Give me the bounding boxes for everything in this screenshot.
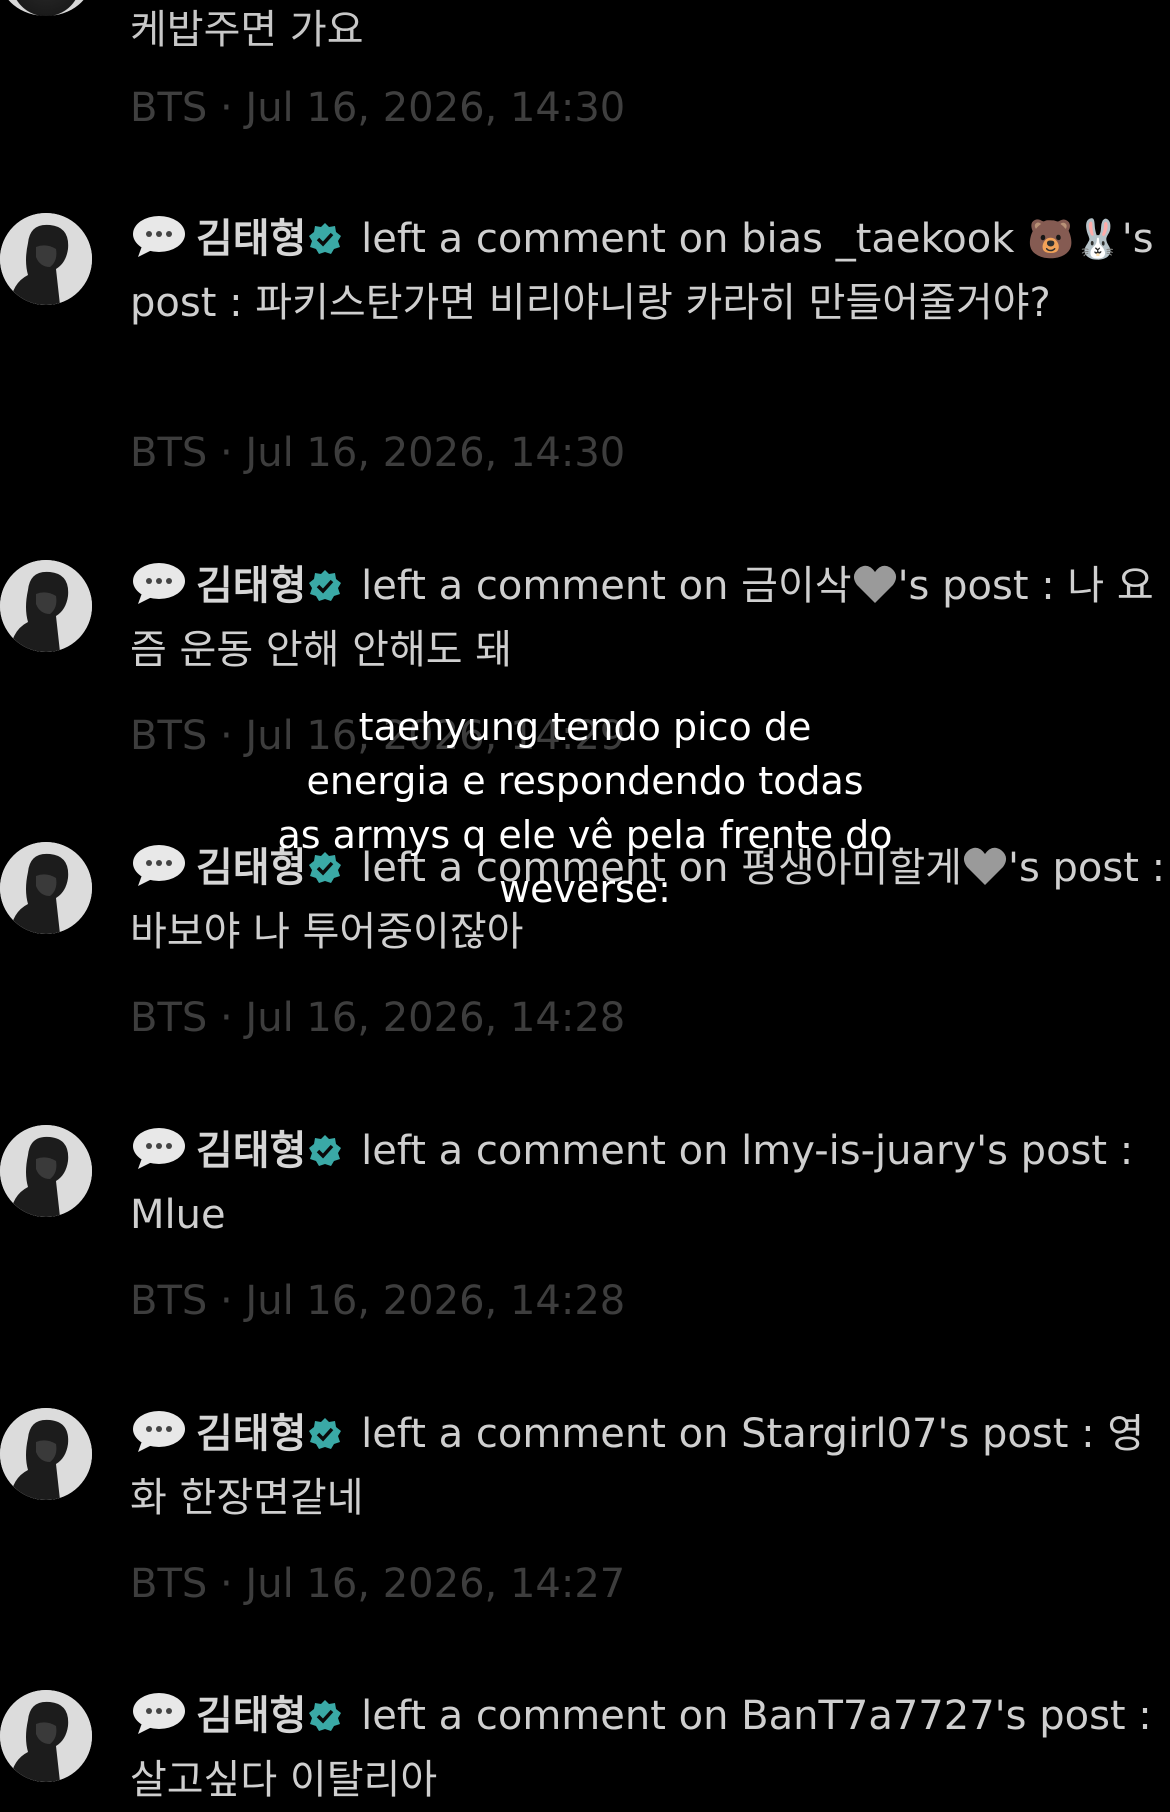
action-text: left a comment on — [361, 1128, 729, 1174]
post-owner[interactable]: BanT7a7727 — [741, 1693, 995, 1739]
action-text: left a comment on — [361, 1411, 729, 1457]
notification-body: 김태형 left a comment on lmy-is-juary's pos… — [130, 1119, 1170, 1247]
speech-bubble-icon — [133, 216, 185, 257]
timestamp: Jul 16, 2026, 14:27 — [245, 1561, 626, 1607]
comment-text: Mlue — [130, 1192, 226, 1238]
speech-bubble-icon — [133, 845, 185, 886]
avatar[interactable] — [0, 1690, 92, 1782]
separator: · — [219, 1561, 233, 1607]
action-text: left a comment on — [361, 563, 729, 609]
post-label: 's post : — [897, 563, 1055, 609]
notification-body: 김태형 left a comment on Stargirl07's post … — [130, 1402, 1170, 1530]
verified-badge-icon — [309, 570, 342, 601]
grey-heart-icon — [853, 565, 896, 603]
community-name: BTS — [130, 430, 208, 476]
avatar[interactable] — [0, 842, 92, 934]
community-name: BTS — [130, 1561, 208, 1607]
meta-line: BTS · Jul 16, 2026, 14:28 — [130, 992, 625, 1044]
timestamp: Jul 16, 2026, 14:28 — [245, 995, 626, 1041]
post-owner[interactable]: Stargirl07 — [741, 1411, 937, 1457]
user-name[interactable]: 김태형 — [196, 1411, 306, 1457]
verified-badge-icon — [309, 1418, 342, 1449]
avatar[interactable] — [0, 1125, 92, 1217]
video-caption: taehyung tendo pico de energia e respond… — [220, 700, 950, 916]
caption-line: weverse: — [499, 867, 671, 911]
post-label: 's post : — [937, 1411, 1095, 1457]
verified-badge-icon — [309, 1700, 342, 1731]
verified-badge-icon — [309, 1135, 342, 1166]
notification-feed: 케밥주면 가요 BTS · Jul 16, 2026, 14:30 김태형 le… — [0, 0, 1170, 1803]
speech-bubble-icon — [133, 1411, 185, 1452]
post-label: 's post : — [976, 1128, 1134, 1174]
caption-line: as armys q ele vê pela frente do — [277, 813, 893, 857]
caption-line: taehyung tendo pico de — [358, 705, 812, 749]
speech-bubble-icon — [133, 1128, 185, 1169]
avatar[interactable] — [0, 1408, 92, 1500]
community-name: BTS — [130, 713, 208, 759]
speech-bubble-icon — [133, 1693, 185, 1734]
verified-badge-icon — [309, 223, 342, 254]
avatar[interactable] — [0, 213, 92, 305]
community-name: BTS — [130, 1278, 208, 1324]
action-text: left a comment on — [361, 1693, 729, 1739]
speech-bubble-icon — [133, 563, 185, 604]
separator: · — [219, 1278, 233, 1324]
comment-text: 파키스탄가면 비리야니랑 카라히 만들어줄거야? — [255, 280, 1051, 326]
post-label: 's post : — [1007, 845, 1166, 891]
timestamp: BTS · Jul 16, 2026, 14:30 — [130, 85, 626, 131]
caption-line: energia e respondendo todas — [306, 759, 864, 803]
avatar[interactable] — [0, 560, 92, 652]
meta-line: BTS · Jul 16, 2026, 14:28 — [130, 1275, 625, 1327]
meta-line: BTS · Jul 16, 2026, 14:30 — [130, 427, 625, 479]
notification-body: 김태형 left a comment on bias _taekook 🐻🐰's… — [130, 207, 1170, 335]
post-owner[interactable]: lmy-is-juary — [741, 1128, 976, 1174]
post-owner[interactable]: 금이삭 — [741, 563, 851, 609]
user-name[interactable]: 김태형 — [196, 563, 306, 609]
user-name[interactable]: 김태형 — [196, 1128, 306, 1174]
community-name: BTS — [130, 995, 208, 1041]
meta-line: BTS · Jul 16, 2026, 14:27 — [130, 1558, 625, 1610]
timestamp: Jul 16, 2026, 14:30 — [245, 430, 626, 476]
post-label: 's post : — [994, 1693, 1152, 1739]
avatar[interactable] — [0, 0, 92, 16]
owner-emoji: 🐻🐰 — [1027, 217, 1122, 261]
notification-body: 김태형 left a comment on BanT7a7727's post … — [130, 1684, 1170, 1812]
separator: · — [219, 995, 233, 1041]
user-name[interactable]: 김태형 — [196, 1693, 306, 1739]
comment-text: 살고싶다 이탈리아 — [130, 1757, 438, 1803]
action-text: left a comment on — [361, 216, 729, 262]
comment-text: 케밥주면 가요 — [130, 7, 364, 53]
notification-body: 김태형 left a comment on 금이삭 's post : 나 요즘… — [130, 554, 1170, 682]
user-name[interactable]: 김태형 — [196, 216, 306, 262]
post-owner[interactable]: bias _taekook — [741, 216, 1014, 262]
timestamp: Jul 16, 2026, 14:28 — [245, 1278, 626, 1324]
separator: · — [219, 430, 233, 476]
grey-heart-icon — [963, 847, 1007, 885]
